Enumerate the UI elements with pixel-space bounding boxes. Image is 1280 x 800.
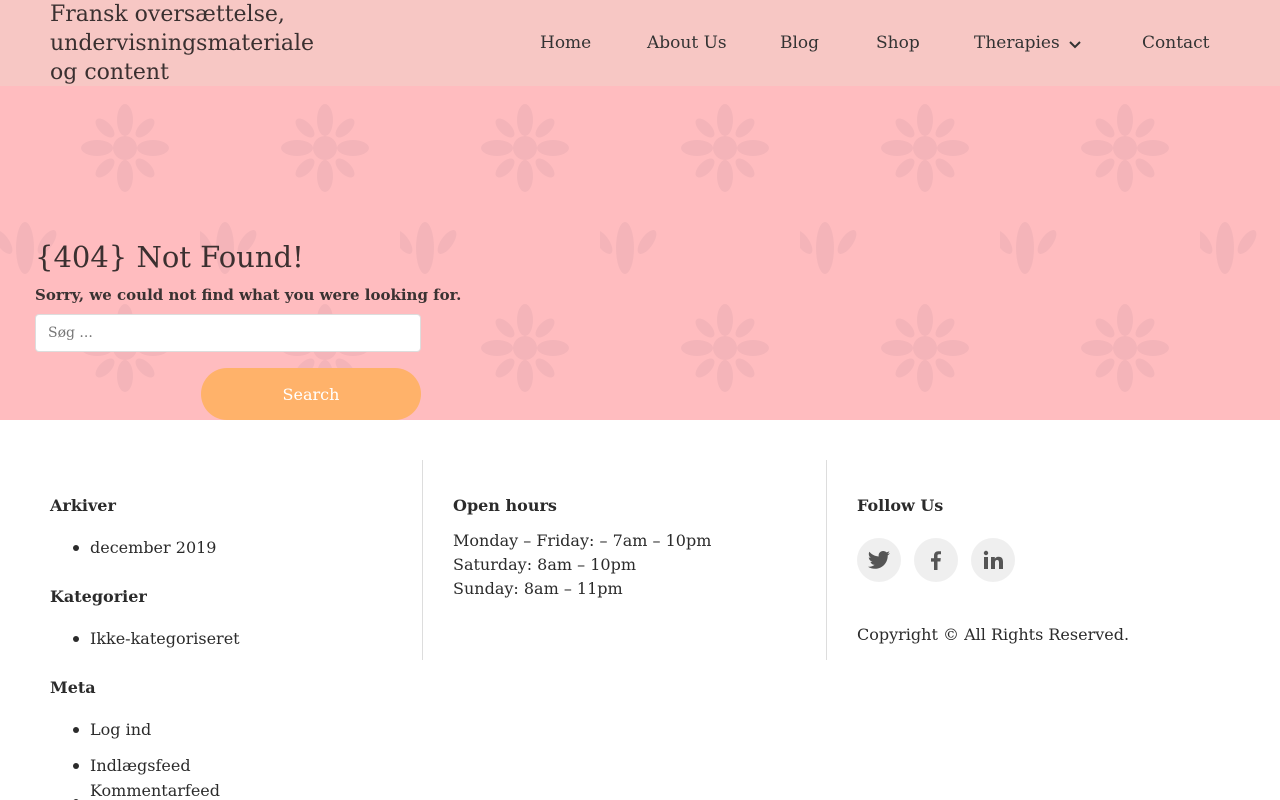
site-title[interactable]: Fransk oversættelse, undervisningsmateri… — [50, 0, 340, 87]
search-button[interactable]: Search — [201, 368, 421, 420]
hero-banner: {404} Not Found! Sorry, we could not fin… — [0, 86, 1280, 420]
page-title: {404} Not Found! — [35, 240, 304, 274]
column-divider — [826, 460, 827, 660]
meta-entries-feed-link[interactable]: Indlægsfeed — [90, 756, 191, 775]
category-link[interactable]: Ikke-kategoriseret — [90, 629, 240, 648]
open-hours-title: Open hours — [453, 496, 557, 515]
search-input[interactable] — [35, 314, 421, 352]
nav-contact[interactable]: Contact — [1142, 33, 1210, 53]
nav-home[interactable]: Home — [540, 33, 591, 53]
archive-link[interactable]: december 2019 — [90, 538, 216, 557]
list-bullet — [73, 763, 79, 769]
hours-sunday: Sunday: 8am – 11pm — [453, 579, 623, 598]
facebook-icon — [931, 551, 941, 570]
chevron-down-icon[interactable] — [1066, 35, 1084, 53]
hours-saturday: Saturday: 8am – 10pm — [453, 555, 637, 574]
categories-title: Kategorier — [50, 587, 147, 606]
not-found-message: Sorry, we could not find what you were l… — [35, 286, 462, 304]
nav-about-us[interactable]: About Us — [647, 33, 727, 53]
list-bullet — [73, 636, 79, 642]
follow-us-title: Follow Us — [857, 496, 944, 515]
hours-weekdays: Monday – Friday: – 7am – 10pm — [453, 531, 712, 550]
meta-comments-feed-link[interactable]: Kommentarfeed — [90, 781, 220, 800]
nav-shop[interactable]: Shop — [876, 33, 920, 53]
nav-blog[interactable]: Blog — [780, 33, 819, 53]
twitter-icon — [868, 551, 890, 569]
nav-therapies[interactable]: Therapies — [974, 33, 1060, 53]
meta-login-link[interactable]: Log ind — [90, 720, 151, 739]
linkedin-icon — [983, 550, 1003, 569]
list-bullet — [73, 545, 79, 551]
column-divider — [422, 460, 423, 660]
archives-title: Arkiver — [50, 496, 116, 515]
copyright-text: Copyright © All Rights Reserved. — [857, 625, 1130, 644]
twitter-button[interactable] — [857, 538, 901, 582]
site-header: Fransk oversættelse, undervisningsmateri… — [0, 0, 1280, 86]
site-footer: Arkiver december 2019 Kategorier Ikke-ka… — [0, 420, 1280, 800]
meta-title: Meta — [50, 678, 96, 697]
facebook-button[interactable] — [914, 538, 958, 582]
list-bullet — [73, 727, 79, 733]
linkedin-button[interactable] — [971, 538, 1015, 582]
